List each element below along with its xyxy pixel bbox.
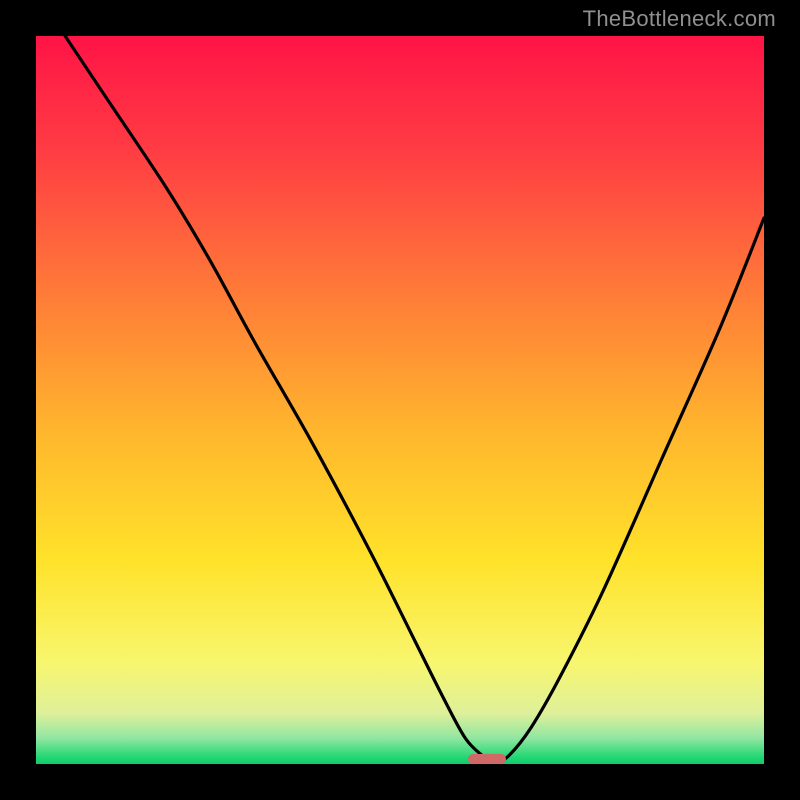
bottleneck-curve	[36, 36, 764, 764]
chart-frame: TheBottleneck.com	[0, 0, 800, 800]
optimal-marker	[468, 754, 506, 764]
plot-area	[36, 36, 764, 764]
watermark-text: TheBottleneck.com	[583, 6, 776, 32]
